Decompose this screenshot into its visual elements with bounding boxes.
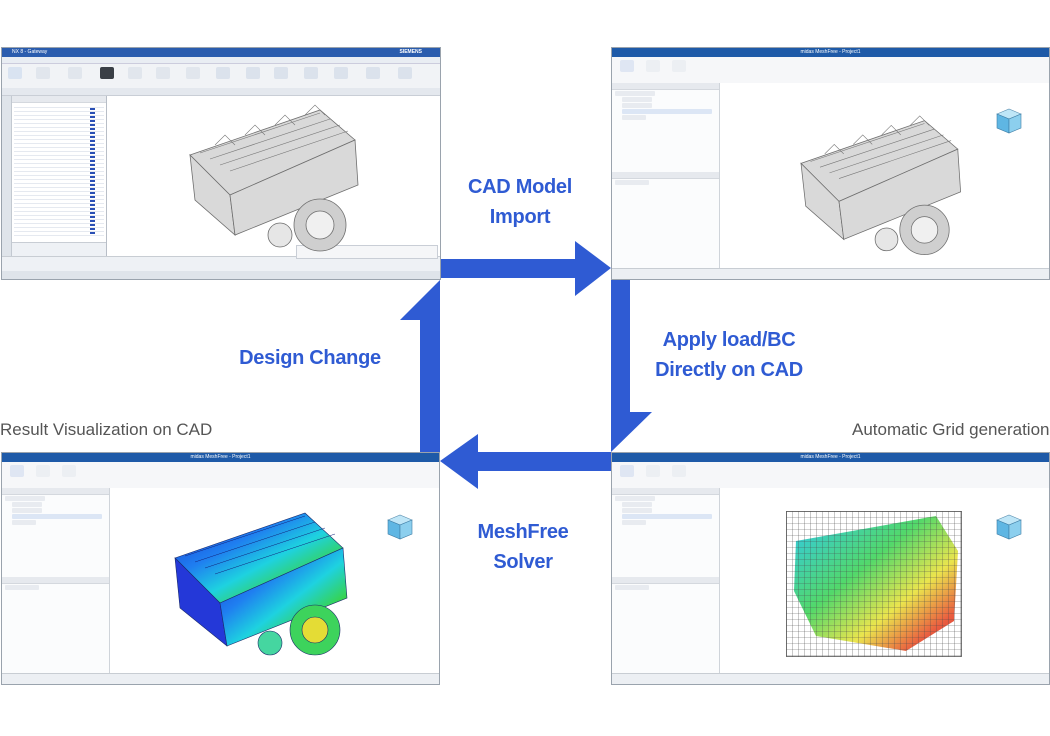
label-cad-import-line1: CAD Model [468, 176, 572, 198]
midas-result-model-header [2, 488, 109, 495]
tree-row [622, 502, 652, 507]
midas-result-ribbon [2, 462, 439, 489]
midas-result-output-header [2, 577, 109, 584]
midas-grid-output-header [612, 577, 719, 584]
label-solver-line2: Solver [493, 551, 553, 573]
label-solver-line1: MeshFree [477, 521, 569, 543]
nx-navigator-checkmarks [90, 108, 95, 236]
midas-grid-sidebar [612, 488, 720, 674]
nx-tool-8[interactable] [216, 67, 230, 79]
arrow-to-solver-result [440, 434, 611, 489]
nx-window-title: NX 8 - Gateway [12, 49, 48, 55]
label-apply-load-line2: Directly on CAD [655, 359, 803, 381]
midas-tool-2[interactable] [646, 465, 660, 477]
tree-row [622, 97, 652, 102]
tree-row [615, 180, 649, 185]
midas-grid-ribbon [612, 462, 1049, 489]
orientation-cube-icon[interactable] [385, 512, 415, 542]
nx-tool-9[interactable] [246, 67, 260, 79]
midas-grid-statusbar [612, 673, 1049, 684]
nx-tool-12[interactable] [334, 67, 348, 79]
nx-assembly-navigator [12, 96, 107, 259]
tree-row [12, 514, 102, 519]
orientation-cube-icon[interactable] [994, 512, 1024, 542]
midas-result-statusbar [2, 673, 439, 684]
orientation-cube-icon[interactable] [994, 106, 1024, 136]
nx-tool-11[interactable] [304, 67, 318, 79]
nx-titlebar: NX 8 - Gateway SIEMENS [2, 48, 440, 57]
midas-grid-titlebar: midas MeshFree - Project1 [612, 453, 1049, 462]
tree-row [615, 585, 649, 590]
label-design-change: Design Change [239, 347, 381, 369]
midas-import-output-header [612, 172, 719, 179]
nx-status-bar [2, 271, 440, 279]
nx-navigator-header [12, 96, 106, 103]
tree-row [5, 585, 39, 590]
midas-result-sidebar [2, 488, 110, 674]
nx-brand: SIEMENS [399, 49, 422, 55]
midas-result-titlebar: midas MeshFree - Project1 [2, 453, 439, 462]
label-cad-import-line2: Import [489, 206, 551, 228]
nx-tool-1[interactable] [8, 67, 22, 79]
nx-tool-13[interactable] [366, 67, 380, 79]
midas-tool-2[interactable] [646, 60, 660, 72]
label-apply-load: Apply load/BC Directly on CAD [640, 325, 818, 385]
tree-row [622, 103, 652, 108]
engine-model-icon [800, 115, 961, 255]
tree-row [12, 520, 36, 525]
midas-tool-3[interactable] [672, 60, 686, 72]
nx-tool-7[interactable] [186, 67, 200, 79]
label-apply-load-line1: Apply load/BC [662, 329, 796, 351]
nx-tool-10[interactable] [274, 67, 288, 79]
nx-tool-6[interactable] [156, 67, 170, 79]
midas-import-model-header [612, 83, 719, 90]
midas-tool-3[interactable] [672, 465, 686, 477]
arrow-to-design-change [400, 280, 440, 452]
nx-menubar [2, 57, 440, 64]
tree-row [622, 514, 712, 519]
tree-row [12, 502, 42, 507]
midas-tool-2[interactable] [36, 465, 50, 477]
midas-grid-title: midas MeshFree - Project1 [800, 454, 861, 460]
label-cad-import: CAD Model Import [455, 172, 585, 232]
midas-import-ribbon [612, 57, 1049, 84]
tree-row [615, 496, 655, 501]
arrow-to-import [440, 241, 611, 296]
midas-import-title: midas MeshFree - Project1 [800, 49, 861, 55]
engine-model-icon [189, 104, 359, 252]
midas-import-titlebar: midas MeshFree - Project1 [612, 48, 1049, 57]
midas-result-title: midas MeshFree - Project1 [190, 454, 251, 460]
midas-tool-3[interactable] [62, 465, 76, 477]
tree-row [622, 520, 646, 525]
tree-row [5, 496, 45, 501]
midas-tool-run[interactable] [10, 465, 24, 477]
engine-grid-model [786, 511, 962, 657]
tree-row [615, 91, 655, 96]
midas-tool-run[interactable] [620, 465, 634, 477]
midas-grid-model-header [612, 488, 719, 495]
tree-row [12, 508, 42, 513]
nx-tool-14[interactable] [398, 67, 412, 79]
tree-row [622, 508, 652, 513]
nx-tool-5[interactable] [128, 67, 142, 79]
label-solver: MeshFree Solver [458, 517, 588, 577]
engine-result-contour [174, 512, 348, 656]
caption-automatic-grid: Automatic Grid generation [852, 420, 1050, 439]
nx-tool-4[interactable] [100, 67, 114, 79]
tree-row [622, 109, 712, 114]
tree-row [622, 115, 646, 120]
midas-tool-run[interactable] [620, 60, 634, 72]
midas-import-statusbar [612, 268, 1049, 279]
midas-import-sidebar [612, 83, 720, 269]
caption-result-visualization: Result Visualization on CAD [0, 420, 213, 439]
nx-resource-bar [2, 96, 12, 259]
nx-tool-2[interactable] [36, 67, 50, 79]
nx-tool-3[interactable] [68, 67, 82, 79]
